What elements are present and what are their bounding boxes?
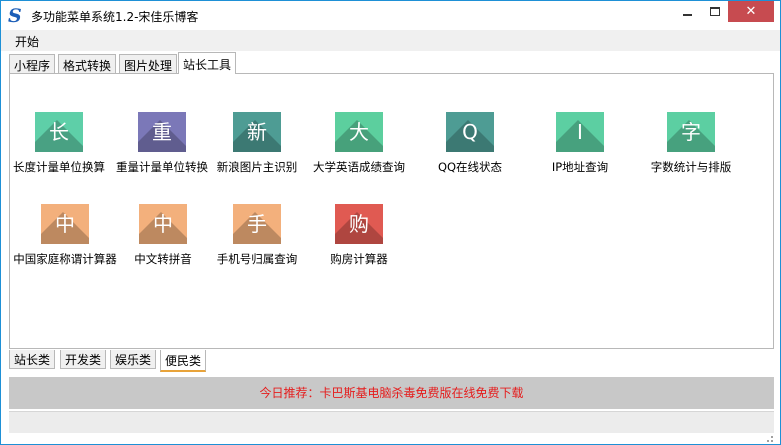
tool-tile-icon: 新 — [233, 112, 281, 152]
menu-bar: 开始 — [1, 30, 780, 51]
tool-tile-icon: 购 — [335, 204, 383, 244]
tool-family-title-calculator[interactable]: 中 中国家庭称谓计算器 — [10, 204, 120, 267]
tool-mortgage-calculator[interactable]: 购 购房计算器 — [314, 204, 404, 267]
tool-tile-icon: 大 — [335, 112, 383, 152]
title-bar[interactable]: S 多功能菜单系统1.2-宋佳乐博客 ✕ — [1, 1, 780, 30]
recommendation-bar: 今日推荐：卡巴斯基电脑杀毒免费版在线免费下载 — [9, 377, 774, 409]
app-logo-icon: S — [8, 5, 22, 27]
tab-format-convert[interactable]: 格式转换 — [58, 54, 117, 73]
minimize-icon — [682, 13, 692, 16]
tool-label: 新浪图片主识别 — [216, 160, 298, 174]
tool-label: 重量计量单位转换 — [116, 160, 208, 174]
tool-tile-icon: 手 — [233, 204, 281, 244]
tool-tile-icon: 中 — [139, 204, 187, 244]
tool-tile-icon: 重 — [138, 112, 186, 152]
resize-grip-icon[interactable] — [757, 434, 775, 444]
tool-label: 手机号归属查询 — [216, 252, 298, 266]
tool-sina-image-recognition[interactable]: 新 新浪图片主识别 — [212, 112, 302, 175]
maximize-button[interactable] — [701, 1, 728, 22]
tool-label: 中国家庭称谓计算器 — [13, 252, 117, 266]
tool-label: 长度计量单位换算 — [13, 160, 105, 174]
tool-label: 大学英语成绩查询 — [313, 160, 405, 174]
tool-length-converter[interactable]: 长 长度计量单位换算 — [10, 112, 108, 175]
app-window: S 多功能菜单系统1.2-宋佳乐博客 ✕ 开始 小程序 格式转换 图片处理 站长… — [0, 0, 781, 445]
minimize-button[interactable] — [673, 1, 701, 22]
tab-image-processing[interactable]: 图片处理 — [119, 54, 178, 73]
tool-weight-converter[interactable]: 重 重量计量单位转换 — [113, 112, 211, 175]
tool-tile-icon: Q — [446, 112, 494, 152]
tool-tile-icon: I — [556, 112, 604, 152]
tab-mini-programs[interactable]: 小程序 — [9, 54, 56, 73]
tab-entertainment[interactable]: 娱乐类 — [110, 350, 157, 369]
recommendation-link[interactable]: 今日推荐：卡巴斯基电脑杀毒免费版在线免费下载 — [259, 386, 523, 400]
tools-panel: 长 长度计量单位换算 重 重量计量单位转换 新 新浪图片主识别 大 大学英语成绩… — [9, 73, 774, 349]
tool-phone-location[interactable]: 手 手机号归属查询 — [212, 204, 302, 267]
close-button[interactable]: ✕ — [728, 1, 774, 22]
tool-label: 购房计算器 — [330, 252, 388, 266]
tab-convenience[interactable]: 便民类 — [160, 350, 207, 372]
tool-label: 字数统计与排版 — [650, 160, 732, 174]
tool-label: 中文转拼音 — [134, 252, 192, 266]
tool-chinese-to-pinyin[interactable]: 中 中文转拼音 — [118, 204, 208, 267]
tool-ip-lookup[interactable]: I IP地址查询 — [535, 112, 625, 175]
status-bar — [9, 411, 774, 433]
tab-webmaster-tools[interactable]: 站长工具 — [178, 52, 237, 74]
tool-qq-online-status[interactable]: Q QQ在线状态 — [425, 112, 515, 175]
tool-label: QQ在线状态 — [437, 160, 503, 174]
menu-start[interactable]: 开始 — [15, 33, 39, 50]
tool-tile-icon: 中 — [41, 204, 89, 244]
tool-word-count[interactable]: 字 字数统计与排版 — [646, 112, 736, 175]
tool-tile-icon: 长 — [35, 112, 83, 152]
tool-cet-score-query[interactable]: 大 大学英语成绩查询 — [310, 112, 408, 175]
close-icon: ✕ — [745, 4, 757, 19]
window-title: 多功能菜单系统1.2-宋佳乐博客 — [31, 10, 199, 24]
maximize-icon — [709, 7, 720, 16]
tool-label: IP地址查询 — [551, 160, 609, 174]
tab-webmaster[interactable]: 站长类 — [9, 350, 56, 369]
tool-tile-icon: 字 — [667, 112, 715, 152]
tab-development[interactable]: 开发类 — [60, 350, 107, 369]
